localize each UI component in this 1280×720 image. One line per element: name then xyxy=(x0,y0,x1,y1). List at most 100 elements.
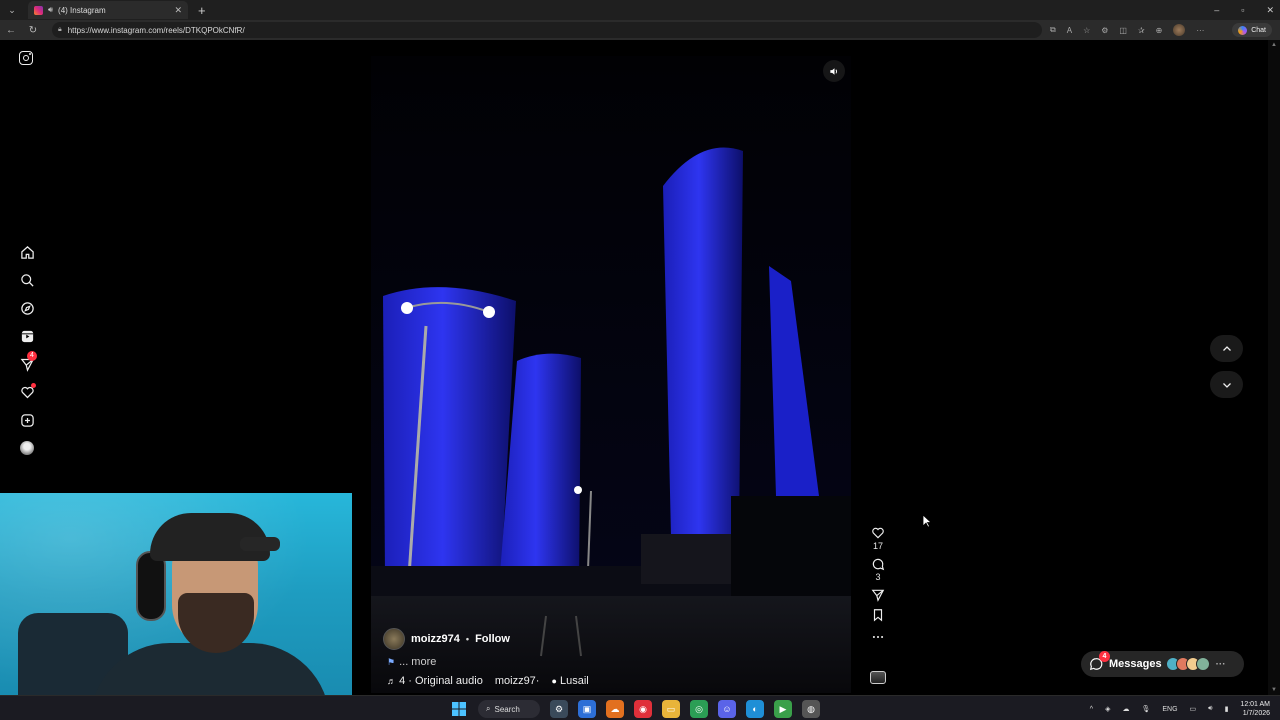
sidebar-item-home[interactable] xyxy=(14,238,40,266)
more-dots-icon: ··· xyxy=(1215,658,1226,670)
audio-user[interactable]: moizz97· xyxy=(495,675,540,687)
profile-avatar[interactable] xyxy=(1173,24,1186,36)
app-available-icon[interactable]: ⧉ xyxy=(1050,25,1056,35)
caption-more-link[interactable]: ... more xyxy=(399,656,436,668)
copilot-chat-button[interactable]: Chat xyxy=(1232,23,1272,37)
previous-reel-button[interactable] xyxy=(1210,335,1243,362)
chrome-icon[interactable]: ◎ xyxy=(690,700,708,718)
page-scrollbar[interactable]: ▲ ▼ xyxy=(1268,40,1280,695)
messages-badge: 4 xyxy=(1099,651,1110,662)
next-reel-button[interactable] xyxy=(1210,371,1243,398)
more-options-icon[interactable]: ··· xyxy=(1196,26,1204,35)
browser-address-bar: ← ↻ 🔒︎ https://www.instagram.com/reels/D… xyxy=(0,20,1280,40)
microphone-icon[interactable]: 🎙︎ xyxy=(1141,705,1150,713)
file-explorer-icon[interactable]: ▭ xyxy=(662,700,680,718)
sidebar-item-search[interactable] xyxy=(14,266,40,294)
photos-app-icon[interactable]: ▣ xyxy=(578,700,596,718)
new-tab-button[interactable]: + xyxy=(198,4,206,17)
read-aloud-icon[interactable]: A xyxy=(1067,26,1072,35)
minimize-button[interactable]: – xyxy=(1214,5,1219,15)
onedrive-icon[interactable]: ☁ xyxy=(1122,705,1129,713)
sidebar-item-explore[interactable] xyxy=(14,294,40,322)
profile-avatar-icon xyxy=(20,441,34,455)
sidebar-nav: 4 xyxy=(14,238,40,462)
scroll-down-arrow-icon[interactable]: ▼ xyxy=(1271,687,1277,693)
messages-badge: 4 xyxy=(27,351,37,361)
home-icon xyxy=(20,245,34,259)
taskbar-apps: ⌕ Search ⚙ ▣ ☁ ◉ ▭ ◎ ☺ ◐ ▶ ◍ xyxy=(450,699,820,719)
location-label: Lusail xyxy=(559,675,589,687)
url-field[interactable]: 🔒︎ https://www.instagram.com/reels/DTKQP… xyxy=(52,22,1042,38)
reload-button[interactable]: ↻ xyxy=(22,25,44,36)
edge-icon[interactable]: ◐ xyxy=(746,700,764,718)
settings-gear-icon[interactable]: ⚙ xyxy=(550,700,568,718)
sidebar-item-reels[interactable] xyxy=(14,322,40,350)
language-indicator[interactable]: ENG xyxy=(1162,706,1177,713)
tray-app-icon[interactable]: ◈ xyxy=(1105,705,1110,713)
battery-icon[interactable]: ▮ xyxy=(1225,705,1229,713)
reels-icon xyxy=(21,330,33,342)
close-window-button[interactable]: ✕ xyxy=(1266,5,1274,16)
collections-icon[interactable]: ⊕ xyxy=(1156,26,1163,35)
sidebar-item-notifications[interactable] xyxy=(14,378,40,406)
cloud-app-icon[interactable]: ☁ xyxy=(606,700,624,718)
speaker-icon[interactable]: 🔊︎ xyxy=(48,5,53,15)
reel-video[interactable]: moizz974 • Follow ⚑ ... more ♬ 4 · Origi… xyxy=(371,56,851,693)
comment-button[interactable]: 3 xyxy=(866,557,890,582)
headphones-icon xyxy=(136,551,166,621)
like-button[interactable]: 17 xyxy=(866,526,890,551)
tray-overflow-icon[interactable]: ^ xyxy=(1090,706,1093,713)
more-options-button[interactable] xyxy=(866,630,890,644)
url-text: https://www.instagram.com/reels/DTKQPOkC… xyxy=(67,25,245,35)
split-screen-icon[interactable]: ◫ xyxy=(1119,26,1127,35)
search-label: Search xyxy=(494,704,520,714)
speaker-icon xyxy=(829,67,837,75)
messages-dock-button[interactable]: 4 Messages ··· xyxy=(1081,651,1244,677)
favorites-icon[interactable]: ✰ xyxy=(1138,26,1145,35)
messages-label: Messages xyxy=(1109,658,1162,670)
share-button[interactable] xyxy=(866,588,890,602)
sidebar-item-profile[interactable] xyxy=(14,434,40,462)
location-tag[interactable]: ● Lusail xyxy=(551,675,588,687)
browser-toolbar-icons: ⧉ A ☆ ⚙ ◫ ✰ ⊕ ··· xyxy=(1050,20,1204,40)
notification-dot xyxy=(31,383,36,388)
obs-app-icon[interactable]: ◍ xyxy=(802,700,820,718)
volume-icon[interactable]: 🔊︎ xyxy=(1208,705,1212,713)
site-info-icon[interactable]: 🔒︎ xyxy=(58,26,62,34)
network-icon[interactable]: ▭ xyxy=(1190,705,1197,713)
mute-toggle-button[interactable] xyxy=(823,60,845,82)
instagram-logo-icon[interactable] xyxy=(19,51,33,65)
more-dots-icon xyxy=(872,635,884,639)
tab-actions-menu-icon[interactable]: ⌄ xyxy=(0,0,24,20)
comment-count: 3 xyxy=(875,572,881,582)
instagram-favicon-icon xyxy=(34,5,43,15)
author-avatar[interactable] xyxy=(383,628,405,650)
favorite-star-icon[interactable]: ☆ xyxy=(1083,26,1090,35)
red-app-icon[interactable]: ◉ xyxy=(634,700,652,718)
extensions-icon[interactable]: ⚙ xyxy=(1101,26,1108,35)
sidebar-item-messages[interactable]: 4 xyxy=(14,350,40,378)
tab-close-icon[interactable]: ✕ xyxy=(174,5,182,16)
clock-date: 1/7/2026 xyxy=(1242,710,1270,717)
back-button[interactable]: ← xyxy=(0,25,22,36)
audio-info[interactable]: ♬ 4 · Original audio xyxy=(387,675,483,687)
windows-start-icon[interactable] xyxy=(450,700,468,718)
chevron-up-icon xyxy=(1222,345,1231,351)
play-app-icon[interactable]: ▶ xyxy=(774,700,792,718)
webcam-overlay xyxy=(0,493,352,720)
taskbar-clock[interactable]: 12:01 AM 1/7/2026 xyxy=(1240,700,1270,718)
save-button[interactable] xyxy=(866,608,890,622)
discord-icon[interactable]: ☺ xyxy=(718,700,736,718)
restore-button[interactable]: ▫ xyxy=(1241,5,1244,15)
author-username[interactable]: moizz974 xyxy=(411,633,460,645)
audio-thumbnail[interactable] xyxy=(870,671,886,684)
follow-button[interactable]: Follow xyxy=(475,633,510,645)
sidebar-item-create[interactable] xyxy=(14,406,40,434)
reel-actions: 17 3 xyxy=(866,526,890,650)
taskbar-search[interactable]: ⌕ Search xyxy=(478,700,540,718)
scroll-up-arrow-icon[interactable]: ▲ xyxy=(1271,42,1277,48)
system-tray: ^ ◈ ☁ 🎙︎ ENG ▭ 🔊︎ ▮ 12:01 AM 1/7/2026 xyxy=(1090,698,1270,720)
browser-tab-instagram[interactable]: 🔊︎ (4) Instagram ✕ xyxy=(28,1,188,19)
reel-scene-image xyxy=(371,56,851,693)
audio-label: Original audio xyxy=(414,675,483,687)
